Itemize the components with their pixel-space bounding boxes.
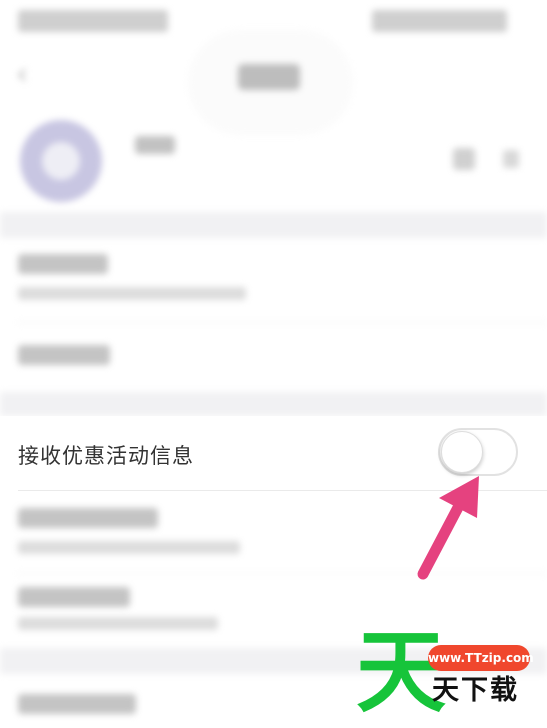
divider xyxy=(18,322,547,323)
settings-item-subtitle xyxy=(18,541,240,554)
settings-item-title[interactable] xyxy=(18,345,110,365)
watermark-site-url: www.TTzip.com xyxy=(428,645,534,671)
pointer-arrow-icon xyxy=(417,476,479,580)
section-gap xyxy=(0,392,547,416)
settings-item-subtitle xyxy=(18,617,218,630)
status-bar-left xyxy=(18,10,168,32)
settings-item-title[interactable] xyxy=(18,587,130,607)
settings-item-title[interactable] xyxy=(18,254,108,274)
avatar-face-icon xyxy=(42,142,80,180)
toggle-knob xyxy=(441,431,483,473)
watermark-brand: 天下载 xyxy=(432,675,519,706)
page-title xyxy=(238,64,300,90)
settings-item-title[interactable] xyxy=(18,694,136,714)
qr-code-icon[interactable] xyxy=(453,148,475,170)
promo-notification-toggle[interactable] xyxy=(438,428,518,476)
settings-item-subtitle xyxy=(18,287,246,300)
profile-name xyxy=(135,136,175,154)
settings-item-title[interactable] xyxy=(18,508,158,528)
status-bar-right xyxy=(372,10,507,32)
promo-notification-label: 接收优惠活动信息 xyxy=(18,444,194,468)
back-icon[interactable]: ‹ xyxy=(16,60,28,90)
section-gap xyxy=(0,212,547,238)
chevron-right-icon xyxy=(503,150,519,168)
